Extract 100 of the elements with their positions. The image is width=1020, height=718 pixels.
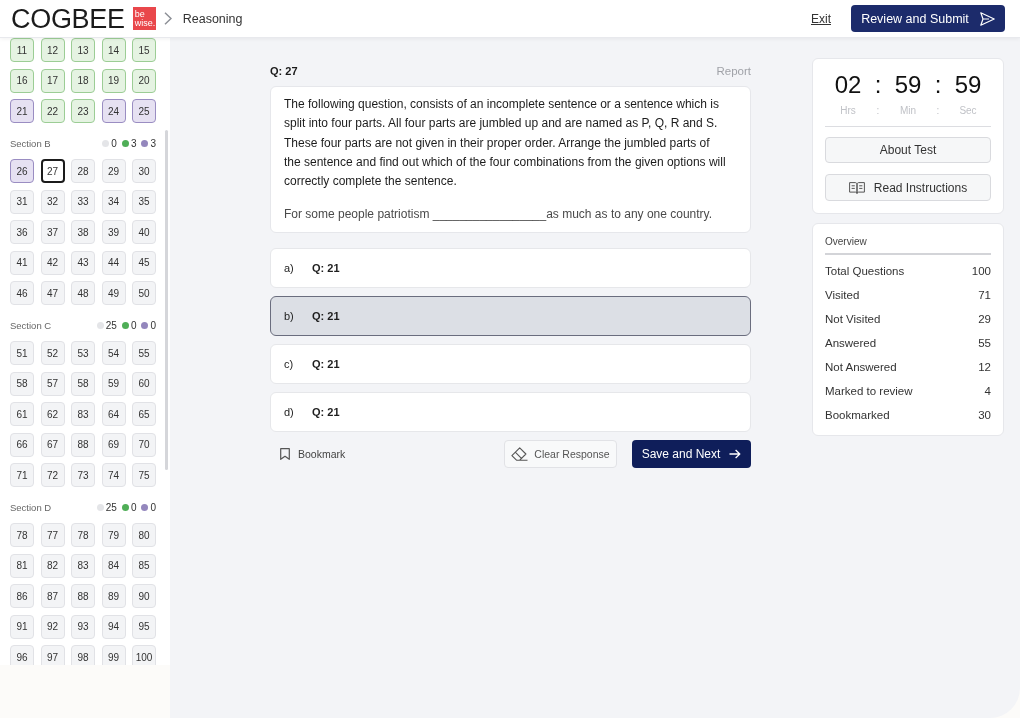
question-number-button[interactable]: 40 [132,220,156,244]
question-number-button[interactable]: 15 [132,38,156,62]
question-number-button[interactable]: 91 [10,614,34,639]
save-next-button[interactable]: Save and Next [632,440,751,469]
question-number-button[interactable]: 96 [10,645,34,665]
question-number-button[interactable]: 38 [71,220,95,244]
question-number-button[interactable]: 30 [132,159,156,183]
exit-link[interactable]: Exit [811,11,831,26]
question-number-button[interactable]: 100 [132,645,156,665]
question-number-button[interactable]: 35 [132,189,156,214]
question-number-button[interactable]: 88 [71,432,95,457]
question-number-button[interactable]: 73 [71,463,95,487]
question-number-button[interactable]: 17 [40,68,65,93]
question-number-button[interactable]: 50 [132,281,156,305]
question-number-button[interactable]: 72 [40,463,65,487]
question-number-button[interactable]: 39 [101,220,126,244]
question-number-button[interactable]: 92 [40,614,65,639]
question-number-button[interactable]: 23 [71,99,95,123]
question-number-button[interactable]: 60 [132,371,156,396]
question-number-button[interactable]: 25 [132,99,156,123]
question-number-button[interactable]: 58 [10,371,34,396]
question-number-button[interactable]: 93 [71,614,95,639]
question-number-button[interactable]: 53 [71,341,95,365]
question-number-button[interactable]: 36 [10,220,34,244]
question-number-button[interactable]: 11 [10,38,34,62]
question-number-button[interactable]: 32 [40,189,65,214]
clear-response-button[interactable]: Clear Response [504,440,617,469]
question-number-button[interactable]: 97 [40,645,65,665]
question-number-button[interactable]: 71 [10,463,34,487]
question-number-button[interactable]: 65 [132,402,156,426]
answer-option[interactable]: b) Q: 21 [270,296,751,337]
scrollbar[interactable] [165,130,168,470]
question-number-button[interactable]: 66 [10,432,34,457]
question-number-button[interactable]: 20 [132,68,156,93]
question-number-button[interactable]: 54 [101,341,126,365]
question-number-button[interactable]: 22 [40,99,65,123]
question-number-button[interactable]: 75 [132,463,156,487]
question-number-button[interactable]: 27 [40,159,65,183]
answer-option[interactable]: a) Q: 21 [270,248,751,289]
question-number-button[interactable]: 49 [101,281,126,305]
question-number-button[interactable]: 48 [71,281,95,305]
question-number-button[interactable]: 24 [101,99,126,123]
question-number-button[interactable]: 26 [10,159,34,183]
question-number-button[interactable]: 82 [40,553,65,578]
answer-option[interactable]: c) Q: 21 [270,344,751,385]
question-number-button[interactable]: 86 [10,584,34,608]
question-number-button[interactable]: 58 [71,371,95,396]
question-number-button[interactable]: 83 [71,402,95,426]
bookmark-button[interactable]: Bookmark [280,448,346,461]
question-number-button[interactable]: 89 [101,584,126,608]
question-number-button[interactable]: 44 [101,250,126,275]
question-number-button[interactable]: 78 [10,523,34,547]
question-number-button[interactable]: 51 [10,341,34,365]
question-number-button[interactable]: 79 [101,523,126,547]
question-number-button[interactable]: 62 [40,402,65,426]
question-number-button[interactable]: 29 [101,159,126,183]
question-number-button[interactable]: 67 [40,432,65,457]
question-number-button[interactable]: 52 [40,341,65,365]
question-number-button[interactable]: 57 [40,371,65,396]
question-number-button[interactable]: 45 [132,250,156,275]
question-number-button[interactable]: 33 [71,189,95,214]
question-number-button[interactable]: 46 [10,281,34,305]
question-number-button[interactable]: 88 [71,584,95,608]
question-number-button[interactable]: 47 [40,281,65,305]
read-instructions-button[interactable]: Read Instructions [825,174,991,201]
question-number-button[interactable]: 99 [101,645,126,665]
submit-button[interactable]: Review and Submit [851,5,1005,32]
answer-option[interactable]: d) Q: 21 [270,392,751,433]
question-number-button[interactable]: 59 [101,371,126,396]
question-number-button[interactable]: 16 [10,68,34,93]
question-number-button[interactable]: 90 [132,584,156,608]
question-number-button[interactable]: 77 [40,523,65,547]
question-number-button[interactable]: 55 [132,341,156,365]
question-number-button[interactable]: 14 [101,38,126,62]
question-number-button[interactable]: 37 [40,220,65,244]
question-number-button[interactable]: 43 [71,250,95,275]
question-number-button[interactable]: 94 [101,614,126,639]
question-number-button[interactable]: 18 [71,68,95,93]
question-number-button[interactable]: 28 [71,159,95,183]
question-number-button[interactable]: 85 [132,553,156,578]
question-number-button[interactable]: 98 [71,645,95,665]
question-number-button[interactable]: 84 [101,553,126,578]
question-number-button[interactable]: 80 [132,523,156,547]
question-number-button[interactable]: 34 [101,189,126,214]
question-number-button[interactable]: 87 [40,584,65,608]
question-number-button[interactable]: 95 [132,614,156,639]
question-number-button[interactable]: 69 [101,432,126,457]
question-number-button[interactable]: 13 [71,38,95,62]
question-number-button[interactable]: 41 [10,250,34,275]
question-number-button[interactable]: 31 [10,189,34,214]
question-number-button[interactable]: 64 [101,402,126,426]
about-test-button[interactable]: About Test [825,137,991,163]
question-number-button[interactable]: 78 [71,523,95,547]
question-number-button[interactable]: 21 [10,99,34,123]
question-number-button[interactable]: 19 [101,68,126,93]
question-number-button[interactable]: 61 [10,402,34,426]
question-number-button[interactable]: 12 [40,38,65,62]
question-number-button[interactable]: 70 [132,432,156,457]
question-number-button[interactable]: 74 [101,463,126,487]
question-number-button[interactable]: 81 [10,553,34,578]
